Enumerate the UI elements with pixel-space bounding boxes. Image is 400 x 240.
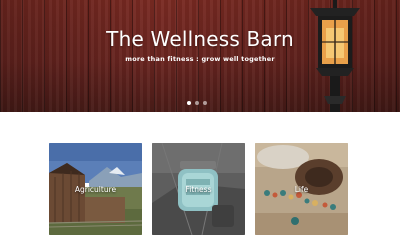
slider-dot-1[interactable] bbox=[187, 101, 191, 105]
slider-dot-2[interactable] bbox=[195, 101, 199, 105]
site-tagline: more than fitness : grow well together bbox=[125, 55, 275, 63]
hero-banner: The Wellness Barn more than fitness : gr… bbox=[0, 0, 400, 112]
site-title: The Wellness Barn bbox=[106, 27, 294, 51]
slider-dot-3[interactable] bbox=[203, 101, 207, 105]
slider-dots bbox=[187, 101, 207, 106]
life-card[interactable]: Life bbox=[255, 143, 348, 235]
fitness-label: Fitness bbox=[185, 185, 212, 194]
agriculture-card[interactable]: Agriculture bbox=[49, 143, 142, 235]
life-label: Life bbox=[294, 185, 309, 194]
agriculture-label: Agriculture bbox=[74, 185, 117, 194]
fitness-card[interactable]: Fitness bbox=[152, 143, 245, 235]
